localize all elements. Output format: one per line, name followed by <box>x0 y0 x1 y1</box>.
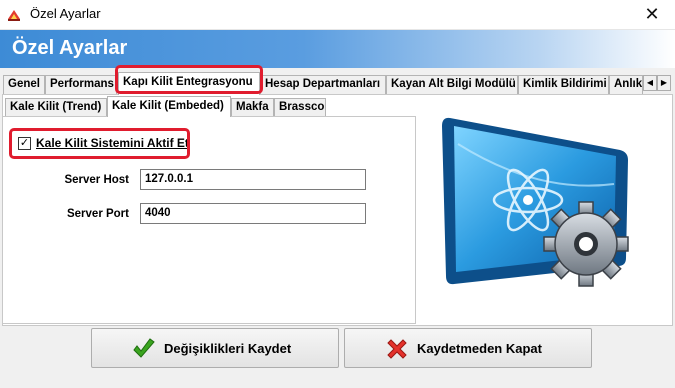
enable-checkbox[interactable]: ✓ <box>18 137 31 150</box>
server-port-input[interactable]: 4040 <box>140 203 366 224</box>
tab-label: Hesap Departmanları <box>265 78 381 90</box>
tab-label: Kapı Kilit Entegrasyonu <box>123 76 253 88</box>
header-band: Özel Ayarlar <box>0 30 675 68</box>
tab-makfa[interactable]: Makfa <box>231 98 274 116</box>
tab-label: Kimlik Bildirimi <box>523 78 607 90</box>
tab-scroll-left-button[interactable]: ◀ <box>643 75 657 91</box>
integration-illustration <box>442 117 629 287</box>
window-title: Özel Ayarlar <box>30 6 101 21</box>
tab-kale-kilit-embeded[interactable]: Kale Kilit (Embeded) <box>107 96 231 117</box>
close-icon: ✕ <box>644 4 660 24</box>
tab-label: Kayan Alt Bilgi Modülü <box>391 78 516 90</box>
tab-scroll-right-button[interactable]: ▶ <box>657 75 671 91</box>
tab-label: Makfa <box>236 101 269 113</box>
tab-label: Kale Kilit (Embeded) <box>112 100 224 112</box>
gear-icon <box>543 201 629 287</box>
tab-label: Brassco <box>279 101 325 113</box>
tab-label: Anlık <box>614 78 643 90</box>
page-title: Özel Ayarlar <box>12 37 128 59</box>
chevron-left-icon: ◀ <box>646 78 654 87</box>
server-host-label: Server Host <box>64 174 129 186</box>
save-button[interactable]: Değişiklikleri Kaydet <box>91 328 339 368</box>
save-button-label: Değişiklikleri Kaydet <box>164 341 292 356</box>
close-without-saving-button[interactable]: Kaydetmeden Kapat <box>344 328 592 368</box>
close-button[interactable]: ✕ <box>629 0 675 30</box>
tab-label: Genel <box>8 78 40 90</box>
title-bar: Özel Ayarlar ✕ <box>0 0 675 30</box>
main-tab-strip: Genel Performans Kapı Kilit Entegrasyonu… <box>0 72 675 95</box>
tab-kimlik-bildirimi[interactable]: Kimlik Bildirimi <box>518 75 609 94</box>
server-host-input[interactable]: 127.0.0.1 <box>140 169 366 190</box>
tab-kapi-kilit-entegrasyonu[interactable]: Kapı Kilit Entegrasyonu <box>118 72 260 95</box>
chevron-right-icon: ▶ <box>660 78 668 87</box>
tab-genel[interactable]: Genel <box>3 75 45 94</box>
tab-label: Performans <box>50 78 114 90</box>
tab-kale-kilit-trend[interactable]: Kale Kilit (Trend) <box>5 98 107 116</box>
tab-anlik[interactable]: Anlık <box>609 75 643 94</box>
app-logo-icon <box>8 10 20 21</box>
tab-brassco[interactable]: Brassco <box>274 98 326 116</box>
tab-hesap-departmanlari[interactable]: Hesap Departmanları <box>260 75 386 94</box>
tab-kayan-alt-bilgi-modulu[interactable]: Kayan Alt Bilgi Modülü <box>386 75 518 94</box>
tab-label: Kale Kilit (Trend) <box>10 101 102 113</box>
x-icon <box>387 339 407 359</box>
checkmark-icon <box>133 338 155 358</box>
close-without-saving-label: Kaydetmeden Kapat <box>417 341 542 356</box>
server-port-label: Server Port <box>66 208 129 220</box>
tab-performans[interactable]: Performans <box>45 75 117 94</box>
enable-checkbox-label[interactable]: Kale Kilit Sistemini Aktif Et <box>36 136 189 150</box>
